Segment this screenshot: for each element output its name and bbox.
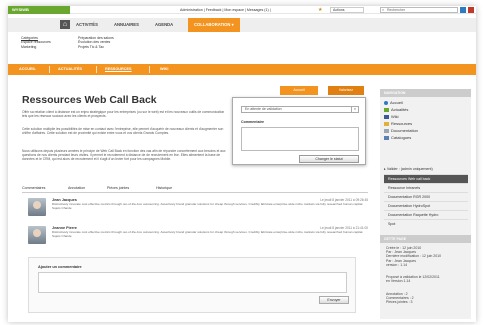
- sidebar-item-label: Wiki: [391, 114, 399, 119]
- popup-comment-textarea[interactable]: [241, 127, 359, 151]
- sidebar-heading: NAVIGATION: [380, 89, 471, 97]
- submenu-col-1: Catégories Espace ressources Marketing: [21, 36, 51, 49]
- comment-textarea[interactable]: [38, 272, 347, 293]
- news-icon: [384, 107, 389, 112]
- submenu-item[interactable]: Marketing: [21, 45, 51, 49]
- tab-historique[interactable]: Historique: [156, 186, 172, 190]
- chevron-down-icon: ▾: [351, 107, 358, 112]
- folder-icon: [384, 121, 389, 126]
- actions-dropdown[interactable]: Actions: [330, 7, 364, 13]
- doc-group-label: Valider : (admin uniquement): [386, 167, 433, 171]
- doc-item[interactable]: Spot: [384, 219, 468, 228]
- wiki-icon: [384, 114, 389, 119]
- page-meta: Créée le : 12 juin 2010 Par : Jean Jacqu…: [386, 246, 442, 267]
- divider: [149, 66, 150, 73]
- subnav-accueil[interactable]: ACCUEIL: [19, 64, 36, 75]
- paragraph: Cette solution multiplie les possibilité…: [22, 127, 224, 136]
- sidebar-item-actualites[interactable]: Actualités: [384, 107, 408, 112]
- nav-agenda[interactable]: AGENDA: [155, 18, 173, 32]
- tab-annotation[interactable]: Annotation: [68, 186, 85, 190]
- doc-item[interactable]: Documentation RGR 2000: [384, 192, 468, 201]
- doc-item[interactable]: Documentation Raquette Hydro: [384, 210, 468, 219]
- sidebar-item-documentation[interactable]: Documentation: [384, 128, 418, 133]
- subnav-wiki[interactable]: WIKI: [160, 64, 168, 75]
- status-select[interactable]: En attente de validation ▾: [241, 106, 359, 113]
- divider: [49, 66, 50, 73]
- top-links[interactable]: Administration | Feedback | Mon espace |…: [180, 6, 271, 14]
- home-icon: [384, 100, 388, 105]
- nav-collaboration-label: COLLABORATION: [194, 22, 231, 27]
- status-popup: En attente de validation ▾ Commentaire C…: [232, 97, 366, 165]
- submenu-col-2: Préparation des salons Évolution des ven…: [78, 36, 114, 49]
- send-button[interactable]: Envoyer: [319, 296, 349, 304]
- app-window: WYSIWB Administration | Feedback | Mon e…: [8, 6, 476, 322]
- favorite-star-icon[interactable]: ★: [318, 7, 322, 13]
- comment-text: Distinctively innovate cost effective me…: [52, 230, 364, 238]
- comment-item: Jean Jacques Le jeudi 8 janvier 2011 à 0…: [28, 198, 368, 222]
- nav-annuaires[interactable]: ANNUAIRES: [114, 18, 139, 32]
- doc-item-selected[interactable]: Ressources Web call back: [384, 174, 468, 183]
- popup-tab-valorisez[interactable]: Valorisez: [328, 86, 364, 95]
- right-sidebar: NAVIGATION Accueil Actualités Wiki Resso…: [380, 89, 471, 319]
- submenu-item[interactable]: Projets Tic & Tac: [78, 45, 114, 49]
- sidebar-item-wiki[interactable]: Wiki: [384, 114, 399, 119]
- nav-collaboration[interactable]: COLLABORATION ▾: [188, 18, 240, 32]
- sidebar-item-accueil[interactable]: Accueil: [384, 100, 403, 105]
- validation-meta: Proposé à validation le 12/02/2011 en Ve…: [386, 275, 440, 284]
- sidebar-item-label: Accueil: [390, 100, 403, 105]
- search-input[interactable]: Rechercher: [380, 7, 458, 13]
- sidebar-item-label: Ressources: [391, 121, 413, 126]
- catalog-icon: [384, 135, 389, 140]
- popup-comment-label: Commentaire: [241, 120, 264, 124]
- change-status-button[interactable]: Changer le statut: [299, 155, 359, 163]
- status-select-value: En attente de validation: [245, 107, 282, 111]
- sidebar-item-ressources[interactable]: Ressources: [384, 121, 412, 126]
- avatar: [28, 198, 46, 216]
- add-comment-title: Ajouter un commentaire: [38, 265, 82, 269]
- search-button[interactable]: [460, 7, 466, 13]
- popup-tab-accueil[interactable]: Accueil: [280, 86, 318, 95]
- avatar: [28, 226, 46, 244]
- add-comment-panel: Ajouter un commentaire Envoyer: [28, 257, 356, 313]
- doc-item[interactable]: Ressource Intranets: [384, 183, 468, 192]
- brand-logo[interactable]: WYSIWB: [8, 6, 70, 14]
- tab-pieces-jointes[interactable]: Pièces jointes: [107, 186, 129, 190]
- secondary-nav: ACCUEIL ACTUALITÉS RESSOURCES WIKI: [8, 64, 476, 75]
- paragraph: Offrir sa relation client à distance est…: [22, 110, 225, 119]
- sidebar-item-catalogues[interactable]: Catalogues: [384, 135, 411, 140]
- sidebar-item-label: Catalogues: [391, 135, 412, 140]
- sidebar-item-label: Documentation: [391, 128, 418, 133]
- top-bar: WYSIWB Administration | Feedback | Mon e…: [8, 6, 476, 14]
- doc-item[interactable]: Documentation HydroSpot: [384, 201, 468, 210]
- main-nav: ⌂ ACTIVITÉS ANNUAIRES AGENDA COLLABORATI…: [8, 18, 476, 32]
- subnav-ressources[interactable]: RESSOURCES: [105, 64, 132, 75]
- page-title: Ressources Web Call Back: [22, 94, 157, 106]
- tab-commentaires[interactable]: Commentaires: [22, 186, 45, 190]
- paragraph: Nous utilisons depuis plusieurs années l…: [22, 149, 226, 162]
- sidebar-item-label: Actualités: [391, 107, 409, 112]
- comment-text: Distinctively innovate cost effective me…: [52, 202, 364, 210]
- tabs-divider: [22, 192, 368, 193]
- subnav-actualites[interactable]: ACTUALITÉS: [58, 64, 82, 75]
- document-icon: [384, 128, 389, 133]
- doc-group-toggle[interactable]: ▸ Valider : (admin uniquement): [384, 167, 433, 171]
- home-icon[interactable]: ⌂: [60, 20, 70, 29]
- comment-item: Jeanne Pierre Le jeudi 8 janvier 2011 à …: [28, 226, 368, 250]
- nav-activites[interactable]: ACTIVITÉS: [76, 18, 98, 32]
- sidebar-heading: CETTE PAGE: [380, 235, 471, 243]
- close-icon[interactable]: [468, 7, 474, 13]
- divider: [96, 66, 97, 73]
- counts-meta: Annotation : 2 Commentaires : 2 Pièces j…: [386, 292, 414, 305]
